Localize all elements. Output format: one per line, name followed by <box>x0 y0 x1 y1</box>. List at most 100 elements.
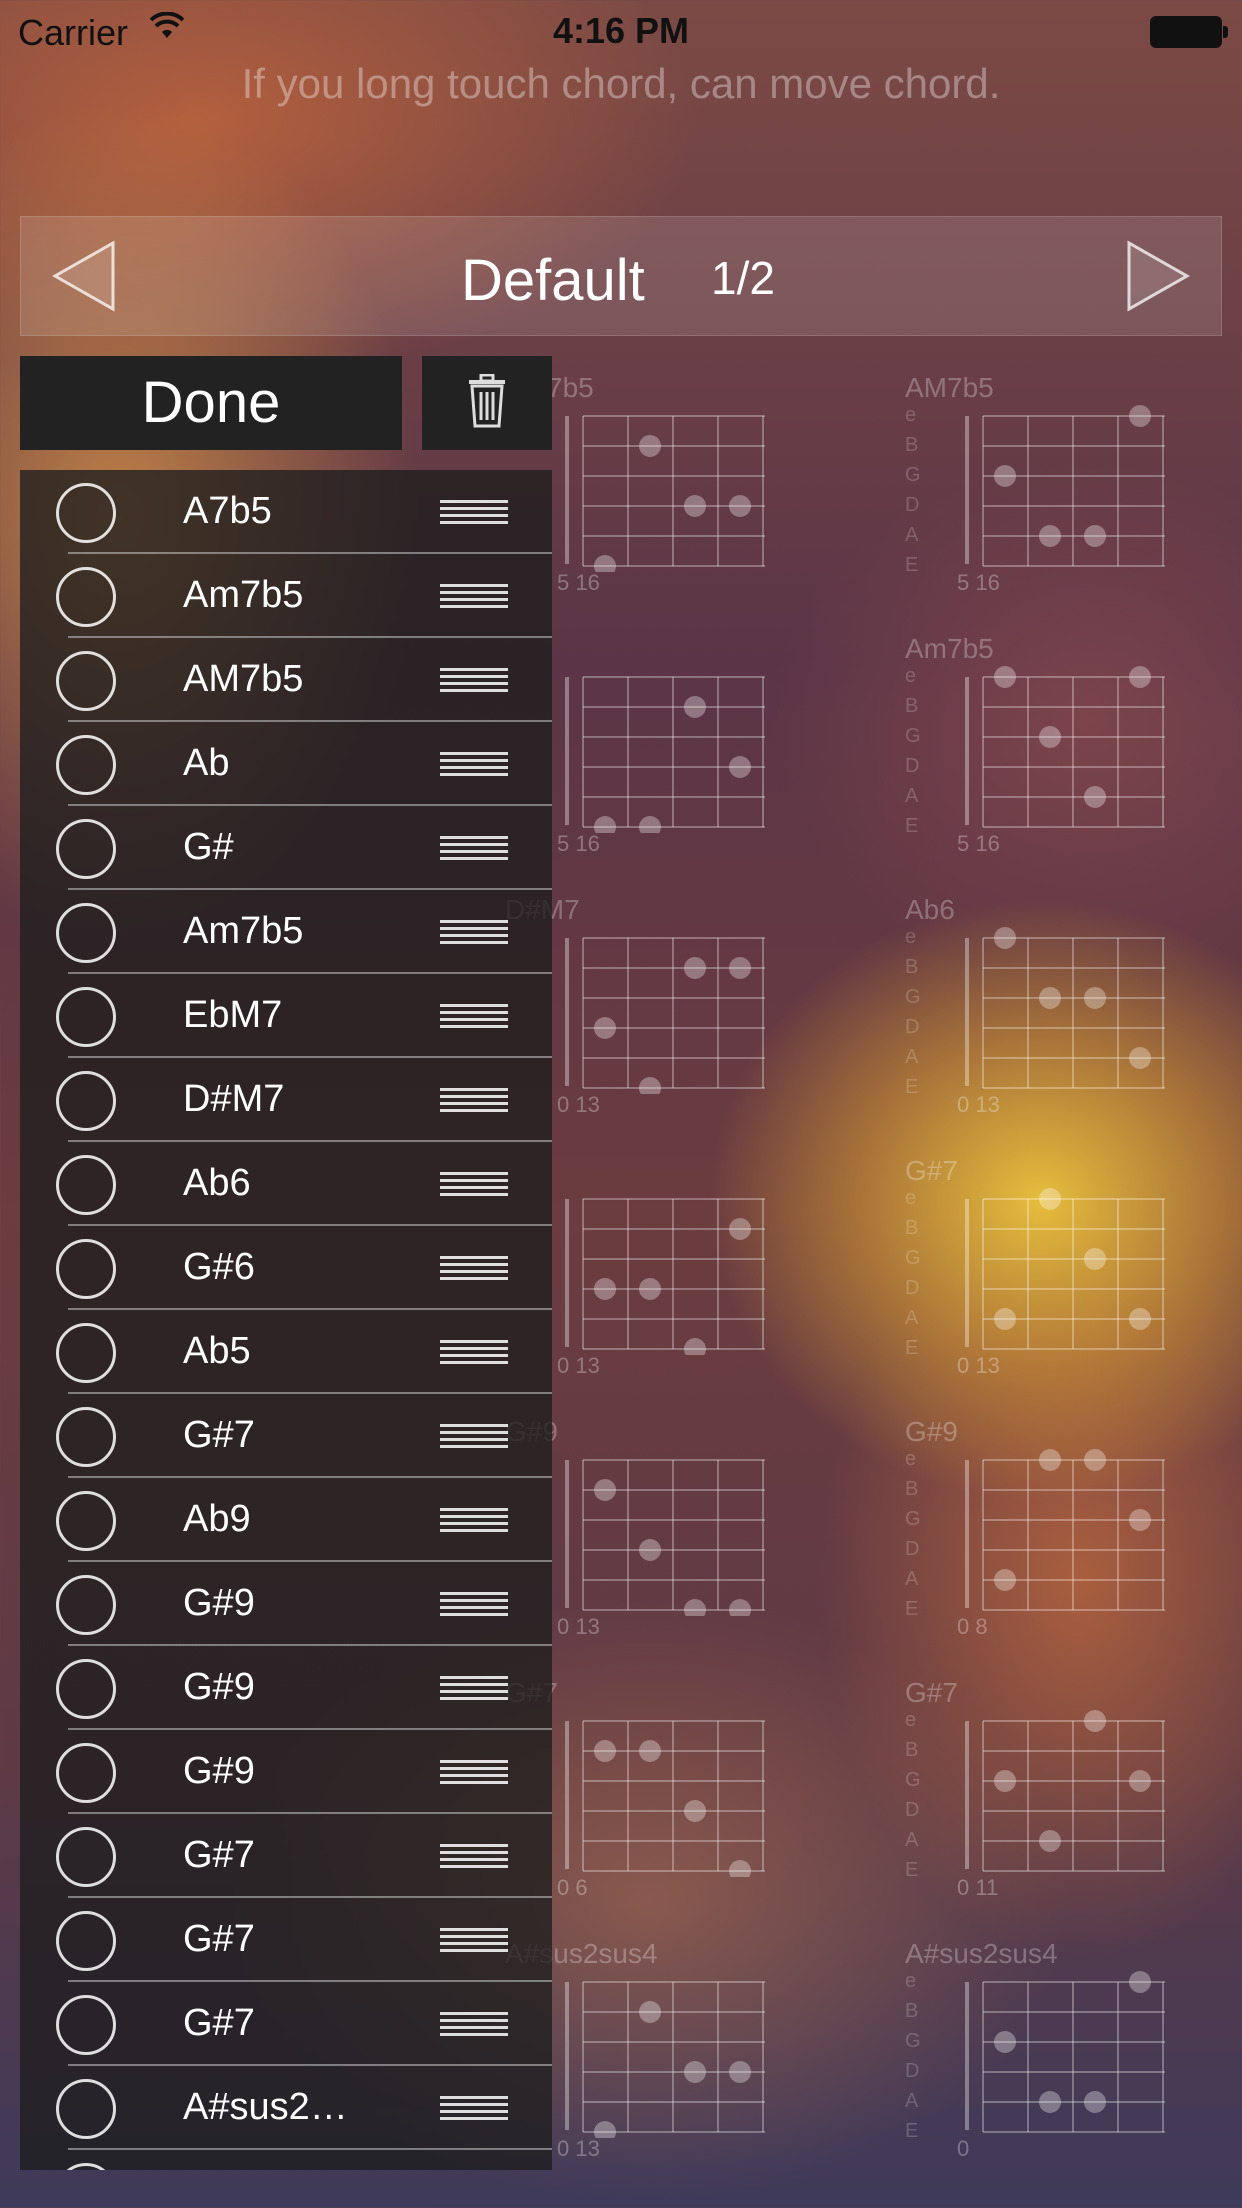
select-radio[interactable] <box>56 1911 116 1971</box>
fretboard-diagram <box>965 1971 1165 2133</box>
select-radio[interactable] <box>56 1239 116 1299</box>
list-item[interactable]: G#7 <box>20 1982 552 2066</box>
reorder-handle-icon[interactable] <box>440 668 508 694</box>
list-item[interactable]: Ab9 <box>20 1478 552 1562</box>
list-item[interactable]: Ab6 <box>20 1142 552 1226</box>
chord-card[interactable]: G#7 e B G D A E 0 13 <box>905 1155 1242 1385</box>
select-radio[interactable] <box>56 567 116 627</box>
chord-card[interactable]: G#70 6 <box>505 1677 865 1907</box>
chord-card[interactable]: G#7 e B G D A E 0 11 <box>905 1677 1242 1907</box>
select-radio[interactable] <box>56 1995 116 2055</box>
reorder-handle-icon[interactable] <box>440 2012 508 2038</box>
chord-name: Ab9 <box>183 1498 251 1540</box>
select-radio[interactable] <box>56 1659 116 1719</box>
reorder-handle-icon[interactable] <box>440 1088 508 1114</box>
list-item[interactable]: G#7 <box>20 1394 552 1478</box>
reorder-handle-icon[interactable] <box>440 2096 508 2122</box>
list-item[interactable]: Ab <box>20 722 552 806</box>
list-item[interactable]: A#sus2… <box>20 2066 552 2150</box>
reorder-handle-icon[interactable] <box>440 1760 508 1786</box>
preset-title: Default <box>461 248 645 313</box>
list-item[interactable]: D#M7 <box>20 1058 552 1142</box>
list-item[interactable]: A7b5 <box>20 470 552 554</box>
list-item[interactable]: G#6 <box>20 1226 552 1310</box>
list-item[interactable]: Am7b5 <box>20 554 552 638</box>
reorder-handle-icon[interactable] <box>440 1004 508 1030</box>
list-item[interactable]: AM7b5 <box>20 638 552 722</box>
list-item[interactable]: G#9 <box>20 1730 552 1814</box>
chord-card[interactable]: A#sus2sus4 e B G D A E 0 <box>905 1938 1242 2168</box>
reorder-handle-icon[interactable] <box>440 1508 508 1534</box>
list-item[interactable]: G#7 <box>20 1898 552 1982</box>
list-item[interactable] <box>20 2150 552 2170</box>
chord-name: G#7 <box>183 1414 255 1456</box>
chord-card[interactable]: AM7b55 16 <box>505 372 865 602</box>
chord-card[interactable]: G#90 13 <box>505 1416 865 1646</box>
select-radio[interactable] <box>56 903 116 963</box>
trash-icon <box>467 373 507 433</box>
fretboard-diagram <box>965 1710 1165 1872</box>
reorder-handle-icon[interactable] <box>440 920 508 946</box>
done-button[interactable]: Done <box>20 356 402 450</box>
chord-card[interactable]: 5 16 <box>505 633 865 863</box>
select-radio[interactable] <box>56 1155 116 1215</box>
select-radio[interactable] <box>56 483 116 543</box>
fret-numbers: 0 6 <box>557 1875 588 1900</box>
chord-card[interactable]: A#sus2sus4 0 13 <box>505 1938 865 2168</box>
list-item[interactable]: G#9 <box>20 1646 552 1730</box>
reorder-handle-icon[interactable] <box>440 1844 508 1870</box>
reorder-handle-icon[interactable] <box>440 1592 508 1618</box>
select-radio[interactable] <box>56 1491 116 1551</box>
next-page-icon[interactable] <box>1123 239 1193 313</box>
fret-numbers: 0 13 <box>557 1614 600 1639</box>
fretboard-diagram <box>565 1981 765 2138</box>
list-item[interactable]: EbM7 <box>20 974 552 1058</box>
select-radio[interactable] <box>56 735 116 795</box>
reorder-handle-icon[interactable] <box>440 1676 508 1702</box>
chord-card[interactable]: Ab6 e B G D A E 0 13 <box>905 894 1242 1124</box>
list-item[interactable]: Am7b5 <box>20 890 552 974</box>
list-item[interactable]: G#7 <box>20 1814 552 1898</box>
previous-page-icon[interactable] <box>49 239 119 313</box>
select-radio[interactable] <box>56 2163 116 2170</box>
fretboard-diagram <box>565 937 765 1094</box>
chord-card[interactable]: Am7b5 e B G D A E 5 16 <box>905 633 1242 863</box>
chord-name: Am7b5 <box>183 910 304 952</box>
select-radio[interactable] <box>56 1743 116 1803</box>
fretboard-diagram <box>565 1459 765 1616</box>
select-radio[interactable] <box>56 1827 116 1887</box>
select-radio[interactable] <box>56 1575 116 1635</box>
reorder-handle-icon[interactable] <box>440 1256 508 1282</box>
chord-card[interactable]: 0 13 <box>505 1155 865 1385</box>
chord-name: G#9 <box>183 1750 255 1792</box>
chord-card[interactable]: G#9 e B G D A E 0 8 <box>905 1416 1242 1646</box>
chord-name: Ab5 <box>183 1330 251 1372</box>
list-item[interactable]: G#9 <box>20 1562 552 1646</box>
select-radio[interactable] <box>56 1071 116 1131</box>
fret-numbers: 0 13 <box>557 2136 600 2161</box>
reorder-handle-icon[interactable] <box>440 836 508 862</box>
list-item[interactable]: Ab5 <box>20 1310 552 1394</box>
select-radio[interactable] <box>56 987 116 1047</box>
select-radio[interactable] <box>56 2079 116 2139</box>
select-radio[interactable] <box>56 1407 116 1467</box>
fret-numbers: 0 <box>957 2136 970 2161</box>
select-radio[interactable] <box>56 651 116 711</box>
chord-card[interactable]: AM7b5 e B G D A E 5 16 <box>905 372 1242 602</box>
select-radio[interactable] <box>56 819 116 879</box>
delete-button[interactable] <box>422 356 552 450</box>
clock: 4:16 PM <box>552 10 690 51</box>
reorder-handle-icon[interactable] <box>440 1340 508 1366</box>
reorder-handle-icon[interactable] <box>440 1928 508 1954</box>
reorder-handle-icon[interactable] <box>440 752 508 778</box>
chord-card[interactable]: D#M70 13 <box>505 894 865 1124</box>
reorder-handle-icon[interactable] <box>440 1172 508 1198</box>
list-item[interactable]: G# <box>20 806 552 890</box>
select-radio[interactable] <box>56 1323 116 1383</box>
chord-name: A#sus2… <box>183 2086 348 2128</box>
chord-name: Ab <box>183 742 230 784</box>
reorder-handle-icon[interactable] <box>440 500 508 526</box>
chord-name: AM7b5 <box>183 658 304 700</box>
reorder-handle-icon[interactable] <box>440 584 508 610</box>
reorder-handle-icon[interactable] <box>440 1424 508 1450</box>
